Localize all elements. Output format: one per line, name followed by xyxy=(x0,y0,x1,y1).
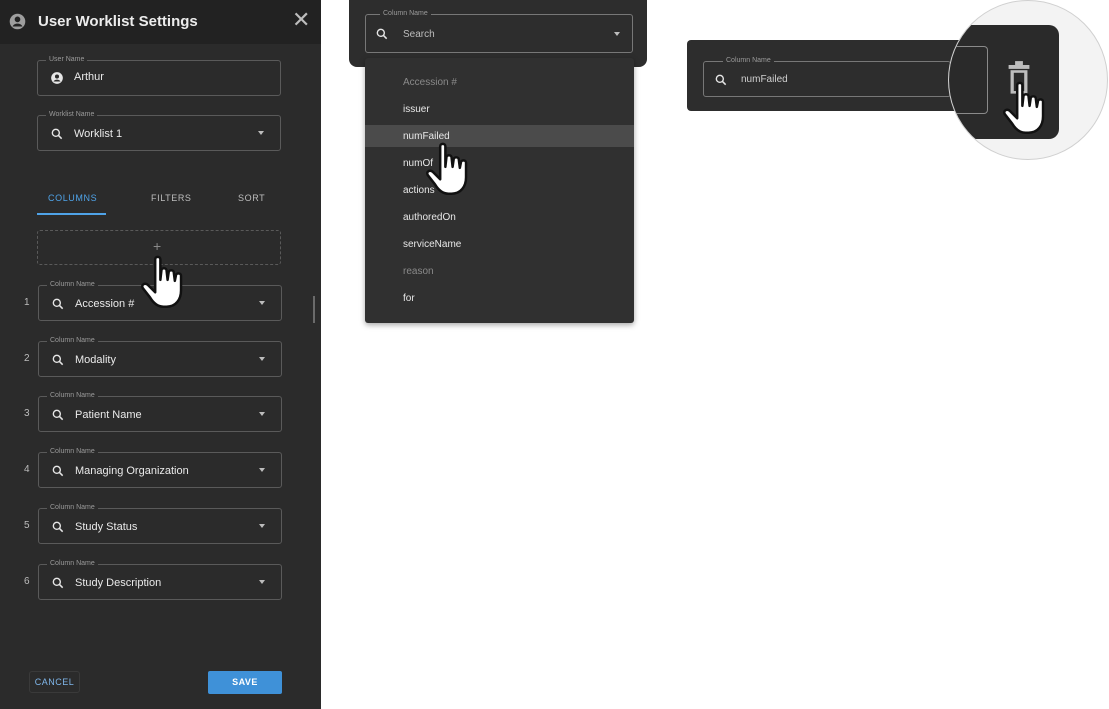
column-legend: Column Name xyxy=(47,447,98,457)
cancel-button[interactable]: CANCEL xyxy=(29,671,80,693)
zoomed-field-edge xyxy=(949,46,988,114)
column-legend: Column Name xyxy=(47,336,98,346)
column-field-4[interactable]: Column Name Managing Organization xyxy=(38,447,282,488)
column-value: Study Description xyxy=(75,577,162,589)
worklist-name-value: Worklist 1 xyxy=(74,128,123,140)
column-index: 2 xyxy=(24,353,30,364)
chevron-down-icon[interactable] xyxy=(259,580,265,584)
column-legend: Column Name xyxy=(47,503,98,513)
hand-pointer-icon xyxy=(426,142,468,195)
column-index: 3 xyxy=(24,408,30,419)
column-field-numfailed[interactable]: Column Name numFailed xyxy=(703,56,951,97)
dropdown-option[interactable]: for xyxy=(403,293,415,304)
worklist-name-field[interactable]: Worklist Name Worklist 1 xyxy=(37,110,281,151)
save-button[interactable]: SAVE xyxy=(208,671,282,694)
search-icon xyxy=(52,409,64,421)
tab-filters[interactable]: FILTERS xyxy=(151,193,192,203)
column-legend: Column Name xyxy=(47,280,98,290)
column-search-field[interactable]: Column Name Search xyxy=(365,9,633,53)
chevron-down-icon[interactable] xyxy=(259,357,265,361)
search-icon xyxy=(52,298,64,310)
search-icon xyxy=(715,74,727,86)
chevron-down-icon[interactable] xyxy=(259,524,265,528)
search-icon xyxy=(52,465,64,477)
chevron-down-icon[interactable] xyxy=(259,301,265,305)
column-field-2[interactable]: Column Name Modality xyxy=(38,336,282,377)
column-index: 1 xyxy=(24,297,30,308)
column-legend: Column Name xyxy=(380,9,431,19)
close-icon[interactable]: ✕ xyxy=(292,9,312,33)
column-value: Study Status xyxy=(75,521,138,533)
account-circle-icon xyxy=(9,13,26,30)
search-icon xyxy=(52,577,64,589)
column-legend: Column Name xyxy=(47,391,98,401)
column-index: 5 xyxy=(24,520,30,531)
chevron-down-icon[interactable] xyxy=(258,131,264,135)
search-placeholder: Search xyxy=(403,29,435,40)
column-value: Patient Name xyxy=(75,409,142,421)
hand-pointer-icon xyxy=(1003,81,1045,134)
worklist-name-legend: Worklist Name xyxy=(46,110,98,120)
dropdown-option: reason xyxy=(403,266,434,277)
chevron-down-icon[interactable] xyxy=(614,32,620,36)
dropdown-option[interactable]: serviceName xyxy=(403,239,461,250)
search-icon xyxy=(52,521,64,533)
chevron-down-icon[interactable] xyxy=(259,468,265,472)
plus-icon: + xyxy=(153,238,162,254)
scrollbar[interactable] xyxy=(313,296,315,323)
user-name-value: Arthur xyxy=(74,71,104,83)
search-icon xyxy=(376,28,388,40)
column-field-5[interactable]: Column Name Study Status xyxy=(38,503,282,544)
column-value: Accession # xyxy=(75,298,135,310)
dialog-title: User Worklist Settings xyxy=(38,13,198,30)
user-name-legend: User Name xyxy=(46,55,88,65)
column-field-3[interactable]: Column Name Patient Name xyxy=(38,391,282,432)
user-name-field[interactable]: User Name Arthur xyxy=(37,55,281,96)
search-icon xyxy=(51,128,63,140)
tab-sort[interactable]: SORT xyxy=(238,193,265,203)
tab-columns[interactable]: COLUMNS xyxy=(48,193,97,203)
column-index: 4 xyxy=(24,464,30,475)
column-legend: Column Name xyxy=(47,559,98,569)
active-tab-indicator xyxy=(37,213,106,215)
column-value: Modality xyxy=(75,354,116,366)
account-circle-icon xyxy=(51,72,63,84)
hand-pointer-icon xyxy=(141,255,183,308)
zoom-magnifier xyxy=(948,0,1108,160)
column-legend: Column Name xyxy=(723,56,774,66)
dropdown-option[interactable]: authoredOn xyxy=(403,212,456,223)
column-options-list: Accession # issuer numFailed numOf actio… xyxy=(365,58,634,323)
column-index: 6 xyxy=(24,576,30,587)
dropdown-option[interactable]: issuer xyxy=(403,104,430,115)
search-icon xyxy=(52,354,64,366)
chevron-down-icon[interactable] xyxy=(259,412,265,416)
column-field-6[interactable]: Column Name Study Description xyxy=(38,559,282,600)
column-value: numFailed xyxy=(741,74,788,85)
dropdown-option: Accession # xyxy=(403,77,457,88)
column-value: Managing Organization xyxy=(75,465,189,477)
